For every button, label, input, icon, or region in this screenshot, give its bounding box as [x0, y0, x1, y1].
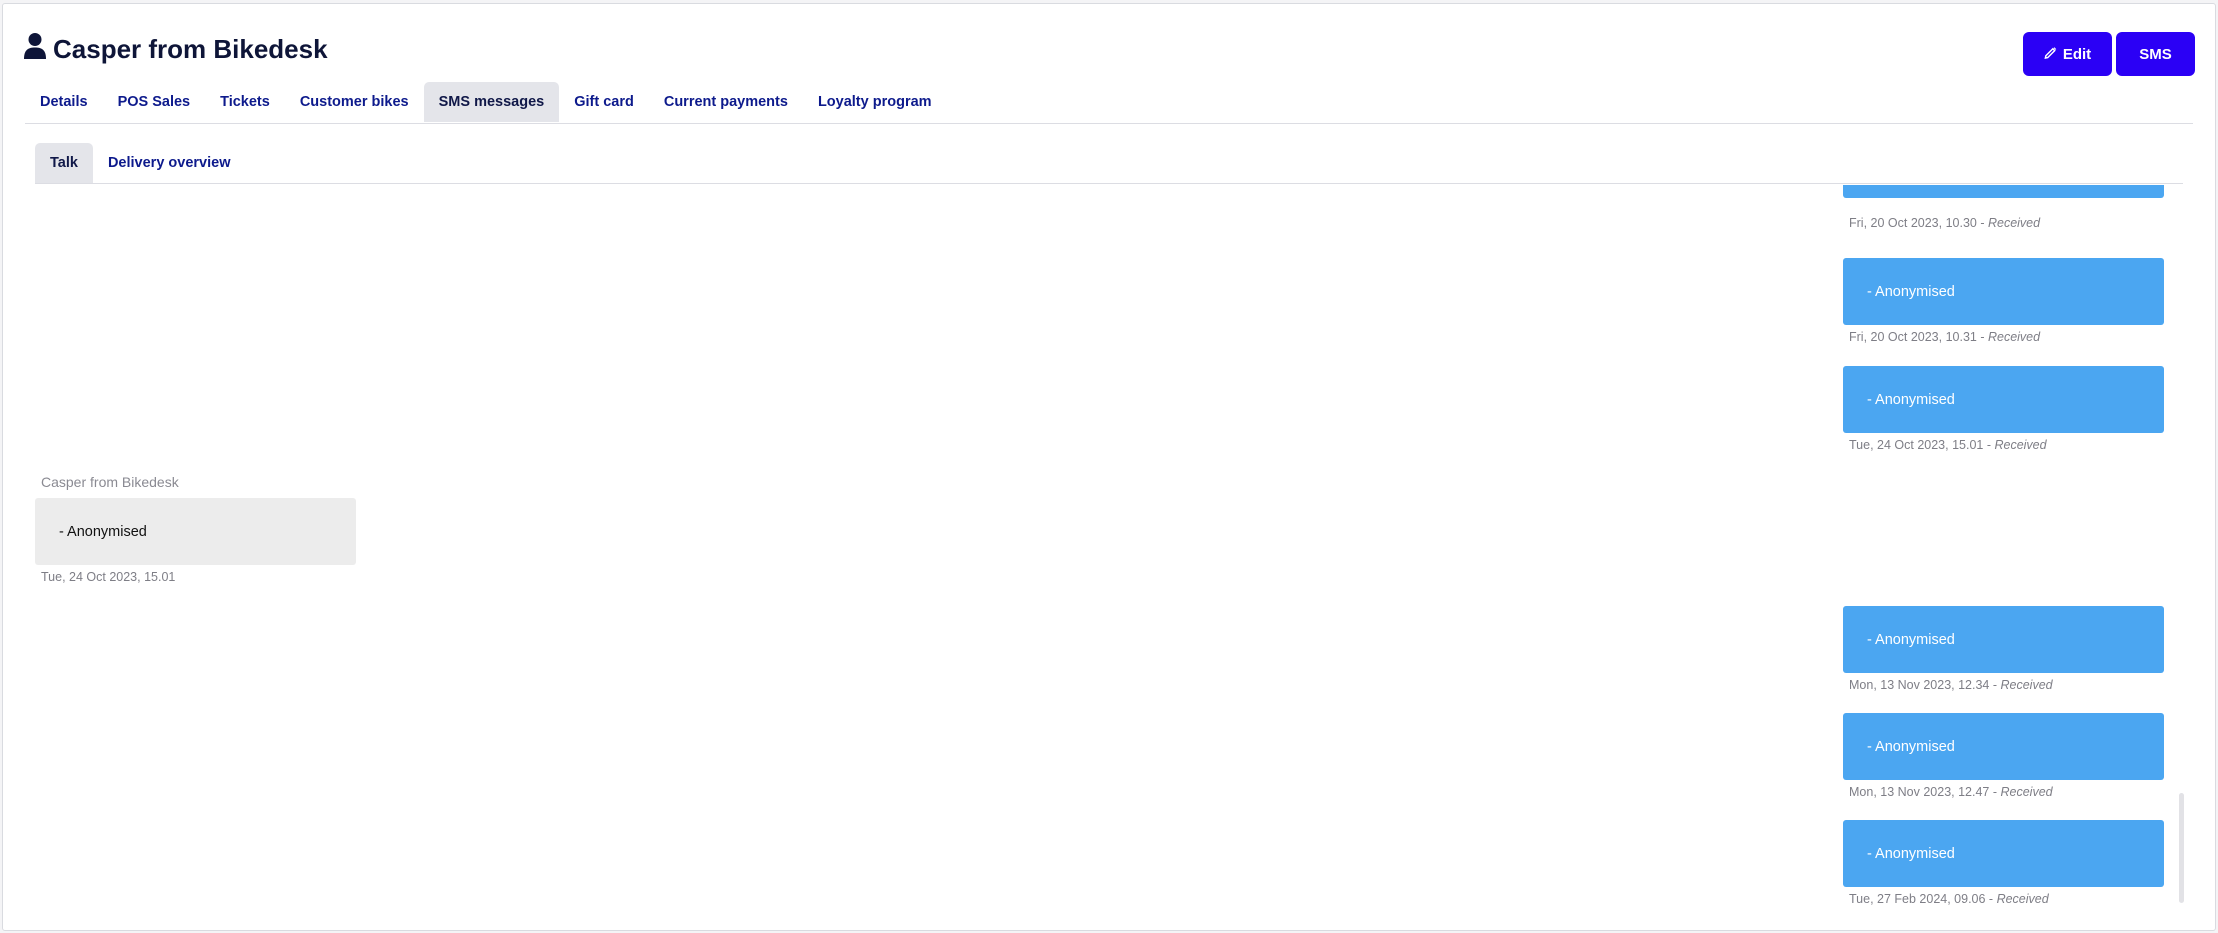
sender-name: Casper from Bikedesk: [41, 474, 179, 490]
sms-button-label: SMS: [2139, 45, 2172, 63]
tab-loyalty-program[interactable]: Loyalty program: [803, 82, 947, 122]
thread-scrollbar[interactable]: [2179, 793, 2184, 903]
message-text: - Anonymised: [59, 523, 147, 540]
message-meta: Fri, 20 Oct 2023, 10.31 - Received: [1849, 330, 2041, 344]
message-date: Fri, 20 Oct 2023, 10.30: [1849, 216, 1977, 230]
outgoing-message: - Anonymised: [35, 498, 356, 565]
message-thread[interactable]: Fri, 20 Oct 2023, 10.30 - Received - Ano…: [35, 185, 2185, 905]
message-date: Tue, 27 Feb 2024, 09.06: [1849, 892, 1986, 905]
message-meta: Mon, 13 Nov 2023, 12.34 - Received: [1849, 678, 2053, 692]
sms-button[interactable]: SMS: [2116, 32, 2195, 76]
tab-label: Details: [40, 94, 88, 110]
edit-button[interactable]: Edit: [2023, 32, 2112, 76]
incoming-message: - Anonymised: [1843, 713, 2164, 780]
message-meta: Fri, 20 Oct 2023, 10.30 - Received: [1849, 216, 2041, 230]
tab-label: SMS messages: [438, 94, 545, 110]
message-date: Mon, 13 Nov 2023, 12.47: [1849, 785, 1990, 799]
customer-name: Casper from Bikedesk: [53, 33, 328, 64]
message-date: Fri, 20 Oct 2023, 10.31: [1849, 330, 1977, 344]
message-status: Received: [2000, 785, 2053, 799]
tab-sms-messages[interactable]: SMS messages: [423, 82, 560, 122]
message-meta: Tue, 24 Oct 2023, 15.01 - Received: [1849, 438, 2047, 452]
user-icon: [23, 32, 47, 67]
incoming-message: - Anonymised: [1843, 366, 2164, 433]
pencil-icon: [2044, 46, 2057, 63]
tab-tickets[interactable]: Tickets: [205, 82, 285, 122]
tab-customer-bikes[interactable]: Customer bikes: [285, 82, 424, 122]
tab-gift-card[interactable]: Gift card: [559, 82, 649, 122]
message-status: Received: [1987, 330, 2041, 344]
edit-button-label: Edit: [2062, 45, 2092, 63]
page-title: Casper from Bikedesk: [23, 32, 328, 66]
subtab-delivery-overview[interactable]: Delivery overview: [93, 143, 246, 183]
message-status: Received: [1996, 892, 2049, 905]
tab-current-payments[interactable]: Current payments: [649, 82, 803, 122]
message-meta: Tue, 24 Oct 2023, 15.01: [41, 570, 175, 584]
message-text: - Anonymised: [1867, 738, 1955, 755]
tab-label: Gift card: [574, 94, 634, 110]
message-status: Received: [2000, 678, 2053, 692]
message-text: - Anonymised: [1867, 631, 1955, 648]
message-status: Received: [1994, 438, 2047, 452]
message-date: Mon, 13 Nov 2023, 12.34: [1849, 678, 1990, 692]
tab-label: Customer bikes: [299, 94, 409, 110]
message-text: - Anonymised: [1867, 845, 1955, 862]
tab-pos-sales[interactable]: POS Sales: [103, 82, 206, 122]
incoming-message: - Anonymised: [1843, 606, 2164, 673]
subtab-label: Talk: [50, 155, 78, 171]
tab-label: Current payments: [663, 94, 788, 110]
incoming-message: - Anonymised: [1843, 820, 2164, 887]
subtab-talk[interactable]: Talk: [35, 143, 93, 183]
sms-subtabs: Talk Delivery overview: [35, 143, 2183, 184]
tab-label: POS Sales: [117, 94, 191, 110]
message-meta: Tue, 27 Feb 2024, 09.06 - Received: [1849, 892, 2049, 905]
tab-details[interactable]: Details: [25, 82, 103, 122]
incoming-message: - Anonymised: [1843, 258, 2164, 325]
message-status: Received: [1987, 216, 2041, 230]
incoming-message: [1843, 185, 2164, 198]
tab-label: Tickets: [220, 94, 270, 110]
subtab-label: Delivery overview: [107, 155, 231, 171]
tab-label: Loyalty program: [817, 94, 932, 110]
message-text: - Anonymised: [1867, 391, 1955, 408]
message-date: Tue, 24 Oct 2023, 15.01: [41, 570, 176, 584]
message-text: - Anonymised: [1867, 283, 1955, 300]
main-tabs: Details POS Sales Tickets Customer bikes…: [25, 82, 2193, 124]
message-meta: Mon, 13 Nov 2023, 12.47 - Received: [1849, 785, 2053, 799]
message-date: Tue, 24 Oct 2023, 15.01: [1849, 438, 1984, 452]
customer-card: Casper from Bikedesk Edit SMS Details PO…: [2, 3, 2216, 931]
